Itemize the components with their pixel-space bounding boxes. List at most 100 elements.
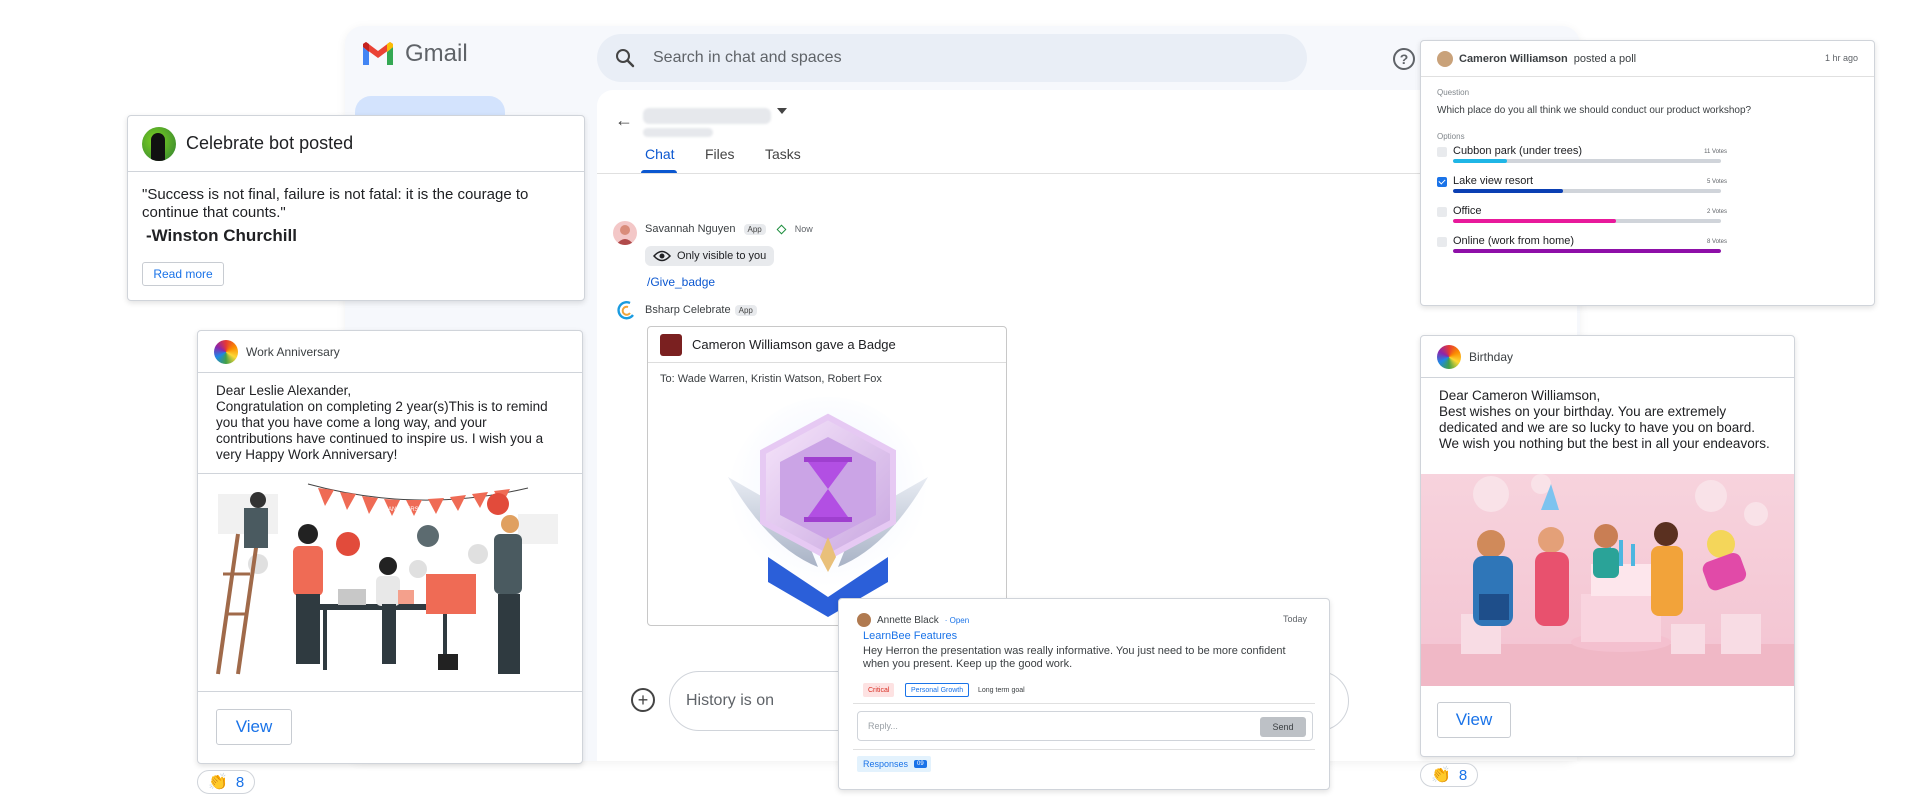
- quote-author: -Winston Churchill: [146, 226, 297, 245]
- avatar: [1437, 50, 1453, 67]
- reply-input[interactable]: Reply... Send: [857, 711, 1313, 741]
- tag-personal-growth: Personal Growth: [905, 683, 970, 697]
- card-title: Birthday: [1469, 349, 1514, 364]
- hourglass-badge-icon: [728, 397, 928, 617]
- card-header: Work Anniversary: [198, 331, 582, 373]
- poll-author: Cameron Williamson: [1459, 52, 1568, 65]
- sender-name[interactable]: Savannah Nguyen: [645, 223, 736, 235]
- option-votes: 2 Votes: [1706, 209, 1727, 215]
- quote-text: "Success is not final, failure is not fa…: [142, 186, 529, 221]
- responses-button[interactable]: Responses 09: [857, 756, 931, 772]
- vote-bar-track: [1453, 189, 1721, 193]
- learnbee-feedback-card: Annette Black · Open Today LearnBee Feat…: [838, 598, 1330, 790]
- birthday-illustration: [1421, 474, 1794, 686]
- feedback-body: Hey Herron the presentation was really i…: [863, 645, 1286, 670]
- view-button[interactable]: View: [1437, 702, 1511, 738]
- clap-reaction-chip[interactable]: 👏 8: [1420, 763, 1479, 787]
- clap-icon: 👏: [1431, 767, 1451, 784]
- tab-chat[interactable]: Chat: [645, 146, 675, 162]
- person-icon: [616, 225, 634, 245]
- avatar: [660, 333, 682, 356]
- anniversary-illustration: ANNIVERSARY: [198, 474, 582, 692]
- app-badge: App: [734, 304, 757, 316]
- search-icon: [616, 49, 635, 68]
- option-label: Online (work from home): [1453, 235, 1575, 247]
- clap-count: 8: [1458, 766, 1468, 784]
- avatar: [857, 613, 871, 627]
- question-label: Question: [1437, 88, 1470, 97]
- poll-option[interactable]: Online (work from home) 8 Votes: [1437, 235, 1727, 257]
- poll-time: 1 hr ago: [1824, 53, 1858, 63]
- option-label: Office: [1453, 205, 1482, 217]
- feedback-title[interactable]: LearnBee Features: [863, 630, 957, 642]
- card-title: Celebrate bot posted: [186, 133, 354, 153]
- active-tab-indicator: [641, 170, 677, 173]
- checkbox[interactable]: [1437, 207, 1447, 217]
- checkbox[interactable]: [1437, 237, 1447, 247]
- banner-text: ANNIVERSARY: [388, 507, 431, 513]
- card-header: Birthday: [1421, 336, 1794, 378]
- clap-icon: 👏: [208, 774, 228, 791]
- space-name-blurred: [643, 108, 771, 124]
- chevron-down-icon[interactable]: [777, 108, 787, 114]
- card-header: Celebrate bot posted: [128, 116, 584, 172]
- message-time: Now: [794, 224, 813, 234]
- poll-question: Which place do you all think we should c…: [1437, 105, 1752, 116]
- view-button[interactable]: View: [216, 709, 292, 745]
- add-icon[interactable]: +: [631, 688, 655, 712]
- visibility-chip: Only visible to you: [645, 246, 775, 266]
- space-subtitle-blurred: [643, 128, 713, 137]
- gmail-logo[interactable]: Gmail: [361, 40, 468, 68]
- option-votes: 11 Votes: [1704, 149, 1727, 155]
- badge-card: Cameron Williamson gave a Badge To: Wade…: [647, 326, 1007, 626]
- celebrate-bot-card: Celebrate bot posted "Success is not fin…: [127, 115, 585, 301]
- vote-bar-fill: [1453, 189, 1563, 193]
- option-votes: 8 Votes: [1706, 239, 1727, 245]
- anniversary-message: Dear Leslie Alexander, Congratulation on…: [198, 373, 582, 474]
- clap-count: 8: [235, 773, 245, 791]
- card-title: Work Anniversary: [246, 344, 340, 359]
- option-votes: 5 Votes: [1706, 179, 1727, 185]
- checkbox[interactable]: [1437, 177, 1447, 187]
- back-arrow-icon[interactable]: ←: [615, 110, 633, 131]
- tag-long-term-goal: Long term goal: [978, 686, 1025, 694]
- option-label: Lake view resort: [1453, 175, 1534, 187]
- search-input[interactable]: Search in chat and spaces: [653, 49, 842, 67]
- message-header: Bsharp Celebrate App: [645, 304, 757, 316]
- command-link[interactable]: /Give_badge: [647, 275, 715, 289]
- tab-tasks[interactable]: Tasks: [765, 146, 801, 162]
- badge-recipients: To: Wade Warren, Kristin Watson, Robert …: [660, 373, 882, 385]
- avatar: [214, 339, 238, 364]
- feedback-time: Today: [1282, 614, 1307, 624]
- message-header: Savannah Nguyen App Now: [645, 223, 813, 235]
- divider: [853, 703, 1315, 704]
- checkbox[interactable]: [1437, 147, 1447, 157]
- poll-card: Cameron Williamson posted a poll 1 hr ag…: [1420, 40, 1875, 306]
- diamond-icon: [776, 224, 787, 234]
- search-bar[interactable]: Search in chat and spaces: [597, 34, 1307, 82]
- sender-name[interactable]: Bsharp Celebrate: [645, 304, 731, 316]
- options-label: Options: [1437, 132, 1465, 141]
- tab-files[interactable]: Files: [705, 146, 735, 162]
- help-icon[interactable]: ?: [1393, 48, 1415, 70]
- poll-action: posted a poll: [1573, 52, 1637, 65]
- visibility-text: Only visible to you: [677, 250, 767, 262]
- gmail-m-icon: [363, 42, 393, 65]
- composer-placeholder: History is on: [686, 692, 775, 709]
- avatar[interactable]: [613, 221, 637, 245]
- work-anniversary-card: Work Anniversary Dear Leslie Alexander, …: [197, 330, 583, 764]
- poll-option[interactable]: Office 2 Votes: [1437, 205, 1727, 227]
- send-button[interactable]: Send: [1260, 717, 1306, 737]
- reply-placeholder: Reply...: [868, 721, 898, 731]
- badge-card-title: Cameron Williamson gave a Badge: [692, 337, 896, 352]
- vote-bar-track: [1453, 249, 1721, 253]
- poll-option[interactable]: Lake view resort 5 Votes: [1437, 175, 1727, 197]
- clap-reaction-chip[interactable]: 👏 8: [197, 770, 256, 794]
- bsharp-logo-icon[interactable]: [615, 300, 637, 322]
- read-more-button[interactable]: Read more: [142, 262, 224, 286]
- option-label: Cubbon park (under trees): [1453, 145, 1583, 157]
- avatar: [142, 126, 176, 161]
- poll-option[interactable]: Cubbon park (under trees) 11 Votes: [1437, 145, 1727, 167]
- feedback-author: Annette Black: [877, 614, 939, 626]
- vote-bar-fill: [1453, 219, 1617, 223]
